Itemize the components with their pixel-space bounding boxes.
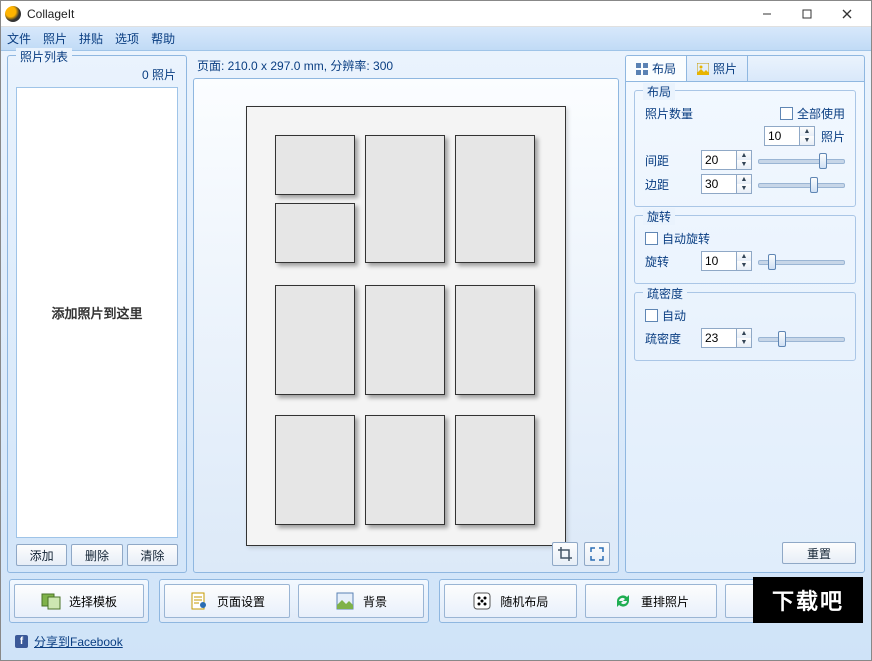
sparse-label: 疏密度 [645,330,695,347]
tab-photo-label: 照片 [713,60,737,77]
collage-cell[interactable] [455,135,535,263]
clear-button[interactable]: 清除 [127,544,178,566]
photos-suffix: 照片 [821,128,845,145]
expand-icon [590,547,604,561]
app-icon [5,6,21,22]
margin-slider[interactable] [758,175,845,193]
right-panel: 布局 照片 布局 照片数量 全部使用 [625,55,865,573]
page-setup-icon [189,591,209,611]
maximize-button[interactable] [787,3,827,25]
background-icon [335,591,355,611]
use-all-checkbox[interactable]: 全部使用 [780,105,845,122]
menu-photo[interactable]: 照片 [43,30,67,47]
spin-up-icon[interactable]: ▲ [800,127,814,136]
photo-drop-area[interactable]: 添加照片到这里 [16,87,178,538]
auto-sparse-checkbox[interactable]: 自动 [645,307,686,324]
group-rotate-title: 旋转 [643,208,675,225]
background-button[interactable]: 背景 [298,584,424,618]
shuffle-button[interactable]: 重排照片 [585,584,718,618]
add-button[interactable]: 添加 [16,544,67,566]
facebook-icon: f [15,635,28,648]
dice-icon [472,591,492,611]
tab-layout-label: 布局 [652,60,676,77]
app-window: CollageIt 文件 照片 拼贴 选项 帮助 照片列表 0 照片 [0,0,872,661]
group-layout-title: 布局 [643,83,675,100]
sparse-input[interactable]: ▲▼ [701,328,752,348]
image-icon [697,63,709,75]
collage-cell[interactable] [455,285,535,395]
delete-button[interactable]: 删除 [71,544,122,566]
photo-count-text: 0 照片 [16,66,176,83]
random-layout-button[interactable]: 随机布局 [444,584,577,618]
sparse-slider[interactable] [758,329,845,347]
bottom-toolbar: 选择模板 页面设置 背景 随机布局 [7,577,865,625]
group-rotate: 旋转 自动旋转 旋转 ▲▼ [634,215,856,284]
fit-tool-button[interactable] [584,542,610,566]
margin-label: 边距 [645,176,695,193]
spacing-label: 间距 [645,152,695,169]
group-sparse-title: 疏密度 [643,285,687,302]
share-facebook-link[interactable]: 分享到Facebook [34,633,123,650]
page-setup-button[interactable]: 页面设置 [164,584,290,618]
auto-rotate-checkbox[interactable]: 自动旋转 [645,230,710,247]
grid-icon [636,63,648,75]
collage-cell[interactable] [455,415,535,525]
app-title: CollageIt [27,7,74,21]
collage-cell[interactable] [275,285,355,395]
menu-collage[interactable]: 拼贴 [79,30,103,47]
photo-drop-placeholder: 添加照片到这里 [51,303,142,322]
template-icon [41,591,61,611]
reset-button[interactable]: 重置 [782,542,856,564]
collage-cell[interactable] [365,135,445,263]
spacing-input[interactable]: ▲▼ [701,150,752,170]
tab-photo[interactable]: 照片 [687,56,748,81]
refresh-icon [613,591,633,611]
group-sparse: 疏密度 自动 疏密度 ▲▼ [634,292,856,361]
crop-icon [558,547,572,561]
watermark: 下载吧 [753,577,863,623]
collage-cell[interactable] [275,203,355,263]
select-template-button[interactable]: 选择模板 [14,584,144,618]
collage-page[interactable] [246,106,566,546]
collage-cell[interactable] [365,415,445,525]
canvas-wrap [193,78,619,573]
crop-tool-button[interactable] [552,542,578,566]
spin-down-icon[interactable]: ▼ [800,136,814,145]
tab-layout[interactable]: 布局 [626,56,687,81]
minimize-button[interactable] [747,3,787,25]
rotate-input[interactable]: ▲▼ [701,251,752,271]
photo-list-panel: 照片列表 0 照片 添加照片到这里 添加 删除 清除 [7,55,187,573]
menu-file[interactable]: 文件 [7,30,31,47]
page-info-text: 页面: 210.0 x 297.0 mm, 分辨率: 300 [193,55,619,78]
menu-options[interactable]: 选项 [115,30,139,47]
tab-bar: 布局 照片 [625,55,865,81]
collage-cell[interactable] [275,415,355,525]
group-layout: 布局 照片数量 全部使用 ▲▼ 照片 [634,90,856,207]
canvas-panel: 页面: 210.0 x 297.0 mm, 分辨率: 300 [193,55,619,573]
menu-help[interactable]: 帮助 [151,30,175,47]
collage-cell[interactable] [365,285,445,395]
rotate-label: 旋转 [645,253,695,270]
margin-input[interactable]: ▲▼ [701,174,752,194]
photo-count-input[interactable]: ▲▼ [764,126,815,146]
title-bar: CollageIt [1,1,871,27]
close-button[interactable] [827,3,867,25]
collage-cell[interactable] [275,135,355,195]
main-area: 照片列表 0 照片 添加照片到这里 添加 删除 清除 页面: 210.0 x 2… [1,51,871,660]
rotate-slider[interactable] [758,252,845,270]
photo-count-label: 照片数量 [645,105,693,122]
footer: f 分享到Facebook [7,629,865,654]
spacing-slider[interactable] [758,151,845,169]
menu-bar: 文件 照片 拼贴 选项 帮助 [1,27,871,51]
photo-list-title: 照片列表 [16,48,72,65]
